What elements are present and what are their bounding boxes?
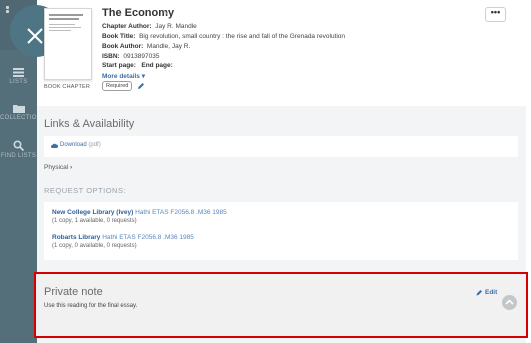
private-note-title: Private note [44,286,103,298]
field-chapter-author: Chapter Author: Jay R. Mandle [102,23,197,30]
library-availability: (1 copy, 0 available, 0 requests) [52,243,137,249]
field-pages: Start page: End page: [102,62,173,69]
document-type-label: BOOK CHAPTER [44,84,91,90]
book-cover-thumbnail [44,8,92,80]
edit-tag-icon[interactable] [137,82,145,90]
field-book-title: Book Title: Big revolution, small countr… [102,33,346,40]
chevron-right-icon: › [70,164,73,171]
links-section-title: Links & Availability [44,118,135,130]
chevron-up-icon [505,299,514,305]
private-note-text: Use this reading for the final essay. [44,303,138,309]
close-icon [27,28,43,44]
pencil-icon [476,290,482,296]
title-mark-icon: ✎ [163,11,169,17]
folder-icon [12,105,25,113]
field-isbn: ISBN: 0913897035 [102,53,160,60]
rail-item-label: FIND LISTS [0,153,37,159]
rail-item-find-lists[interactable]: FIND LISTS [0,140,37,159]
more-actions-button[interactable]: ••• [485,7,506,22]
library-item[interactable]: New College Library (Ivey) Hathi ETAS F2… [52,209,227,216]
physical-toggle[interactable]: Physical › [44,164,72,171]
search-icon [13,140,24,151]
more-horizontal-icon: ••• [490,7,501,17]
more-details-link[interactable]: More details ▾ [102,72,145,80]
request-options-title: REQUEST OPTIONS: [44,186,127,195]
library-availability: (1 copy, 1 available, 0 requests) [52,218,137,224]
download-card: Download (pdf) [44,136,518,157]
chevron-down-icon: ▾ [141,73,146,80]
rail-item-label: COLLECTIONS [0,115,46,121]
rail-item-label: LISTS [9,79,28,85]
request-options-card: New College Library (Ivey) Hathi ETAS F2… [44,202,518,260]
field-book-author: Book Author: Mandle, Jay R. [102,43,191,50]
edit-note-button[interactable]: Edit [476,289,497,296]
rail-item-lists[interactable]: LISTS [0,68,37,85]
list-icon [13,68,24,77]
cloud-download-icon [51,143,58,148]
download-link[interactable]: Download (pdf) [60,142,101,148]
library-item[interactable]: Robarts Library Hathi ETAS F2056.8 .M36 … [52,234,194,241]
rail-item-collections[interactable]: COLLECTIONS [0,104,46,121]
app-menu-icon[interactable] [6,6,16,13]
required-badge: Required [102,81,133,91]
scroll-to-top-button[interactable] [502,295,517,310]
